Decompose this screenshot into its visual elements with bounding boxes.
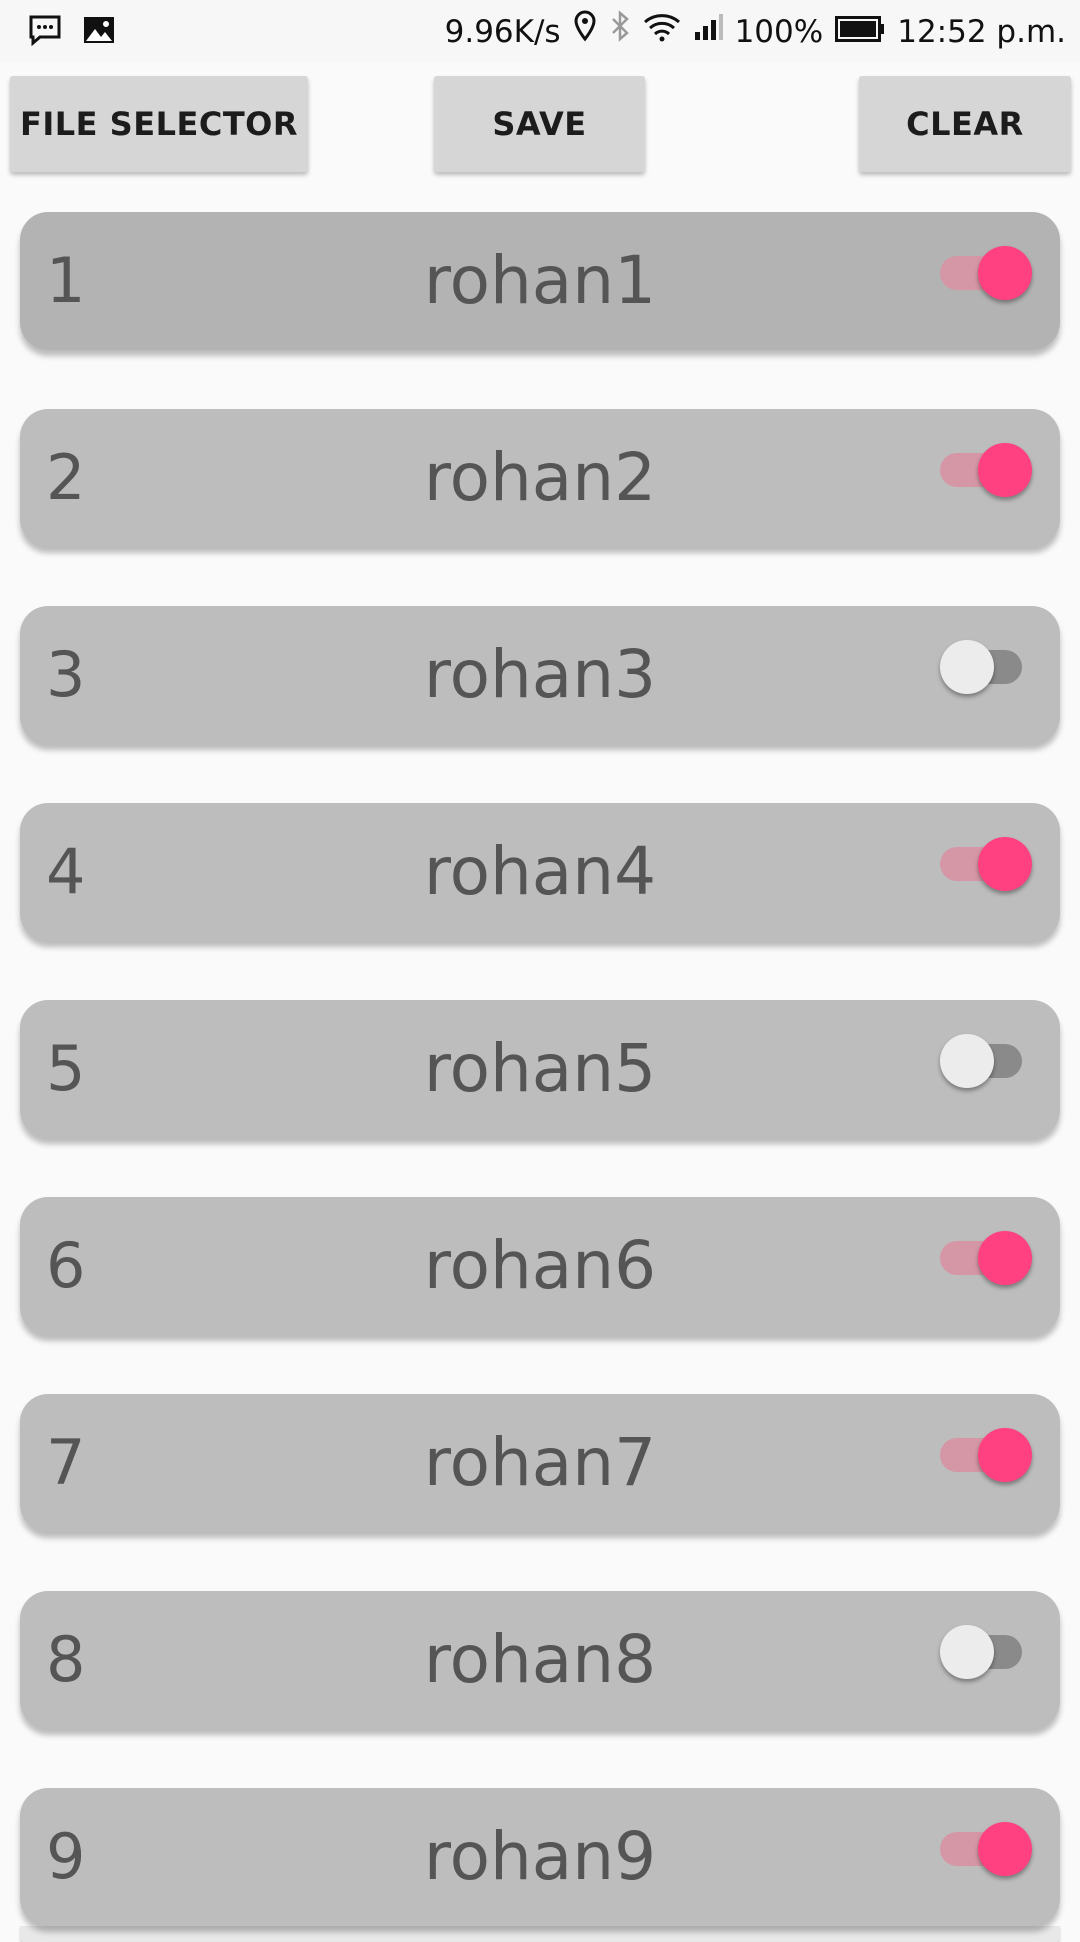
item-toggle[interactable] [940, 1615, 1032, 1679]
item-toggle[interactable] [940, 1812, 1032, 1876]
file-selector-button[interactable]: FILE SELECTOR [10, 76, 308, 172]
toggle-thumb [978, 443, 1032, 497]
signal-icon [693, 10, 723, 54]
battery-percent: 100% [734, 14, 824, 50]
item-toggle[interactable] [940, 1221, 1032, 1285]
item-name: rohan1 [423, 242, 657, 319]
item-toggle[interactable] [940, 1418, 1032, 1482]
item-name: rohan9 [423, 1818, 657, 1895]
item-name: rohan6 [423, 1227, 657, 1304]
item-name: rohan8 [423, 1621, 657, 1698]
item-toggle[interactable] [940, 1024, 1032, 1088]
toggle-thumb [940, 1625, 994, 1679]
wifi-icon [643, 10, 681, 54]
item-name: rohan2 [423, 439, 657, 516]
toggle-thumb [940, 640, 994, 694]
list-item[interactable]: 1 rohan1 [20, 212, 1060, 366]
item-name: rohan5 [423, 1030, 657, 1107]
battery-icon [835, 10, 885, 54]
clock: 12:52 p.m. [897, 14, 1066, 50]
item-name: rohan7 [423, 1424, 657, 1501]
toggle-thumb [978, 246, 1032, 300]
item-toggle[interactable] [940, 630, 1032, 694]
notification-icons [28, 14, 116, 50]
image-icon [82, 14, 116, 50]
bluetooth-icon [609, 10, 631, 54]
clear-button[interactable]: CLEAR [859, 76, 1071, 172]
list-item[interactable]: 5 rohan5 [20, 1000, 1060, 1154]
toggle-thumb [978, 1231, 1032, 1285]
item-name: rohan4 [423, 833, 657, 910]
list-item[interactable]: 8 rohan8 [20, 1591, 1060, 1745]
item-toggle[interactable] [940, 827, 1032, 891]
toggle-thumb [978, 837, 1032, 891]
item-toggle[interactable] [940, 433, 1032, 497]
item-toggle[interactable] [940, 236, 1032, 300]
list-item[interactable]: 4 rohan4 [20, 803, 1060, 957]
list-item[interactable]: 9 rohan9 [20, 1788, 1060, 1942]
status-bar: 9.96K/s 100% 12:52 p.m. [0, 0, 1080, 62]
location-icon [573, 10, 597, 54]
toggle-thumb [978, 1428, 1032, 1482]
network-speed: 9.96K/s [444, 14, 561, 50]
message-icon [28, 14, 62, 50]
system-status: 9.96K/s 100% 12:52 p.m. [445, 10, 1066, 54]
toggle-thumb [978, 1822, 1032, 1876]
save-button[interactable]: SAVE [434, 76, 645, 172]
list-item[interactable]: 6 rohan6 [20, 1197, 1060, 1351]
list-item[interactable]: 2 rohan2 [20, 409, 1060, 563]
list-item[interactable]: 3 rohan3 [20, 606, 1060, 760]
toolbar: FILE SELECTOR SAVE CLEAR [0, 62, 1080, 192]
toggle-thumb [940, 1034, 994, 1088]
item-name: rohan3 [423, 636, 657, 713]
list-item[interactable]: 7 rohan7 [20, 1394, 1060, 1548]
